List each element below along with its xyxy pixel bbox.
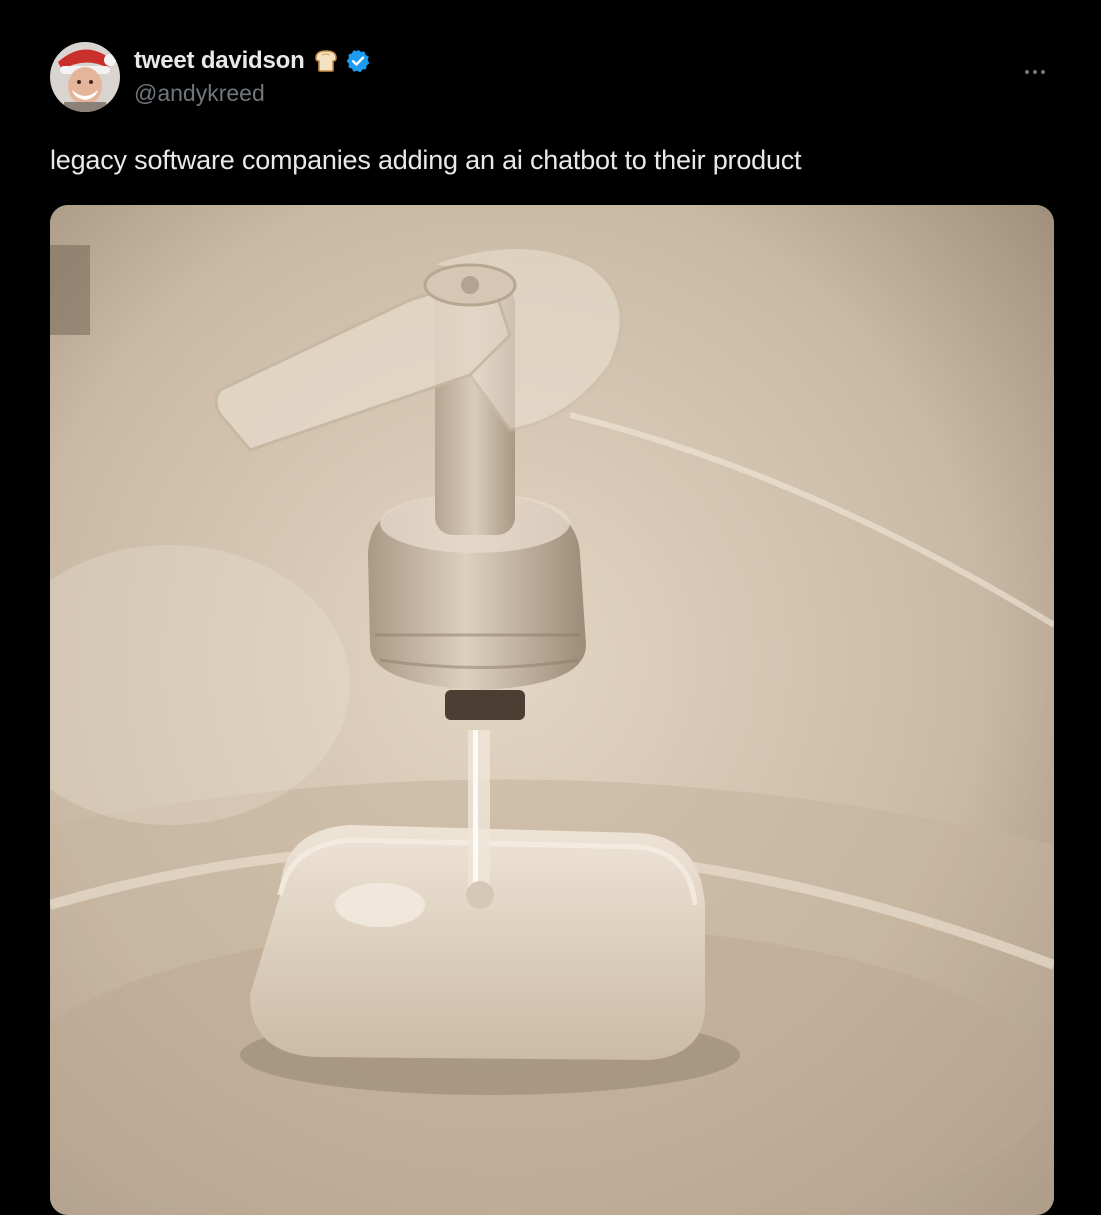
more-dot	[1041, 70, 1045, 74]
more-dot	[1025, 70, 1029, 74]
tweet-photo[interactable]	[50, 205, 1054, 1215]
tweet-card[interactable]: tweet davidson @andykreed legacy softwar…	[0, 0, 1101, 1215]
name-row: tweet davidson	[134, 44, 371, 78]
bread-emoji-icon	[313, 49, 339, 73]
author-names: tweet davidson @andykreed	[134, 44, 371, 107]
soap-pump-photo	[50, 205, 1054, 1215]
tweet-text: legacy software companies adding an ai c…	[50, 145, 802, 175]
more-dot	[1033, 70, 1037, 74]
verified-badge-icon[interactable]	[345, 48, 371, 74]
more-options-icon[interactable]	[1018, 62, 1052, 82]
author-avatar[interactable]	[50, 42, 120, 112]
tweet-header: tweet davidson @andykreed	[50, 42, 1060, 122]
avatar-image	[50, 42, 120, 112]
author-display-name[interactable]: tweet davidson	[134, 47, 305, 75]
author-handle[interactable]: @andykreed	[134, 80, 371, 107]
